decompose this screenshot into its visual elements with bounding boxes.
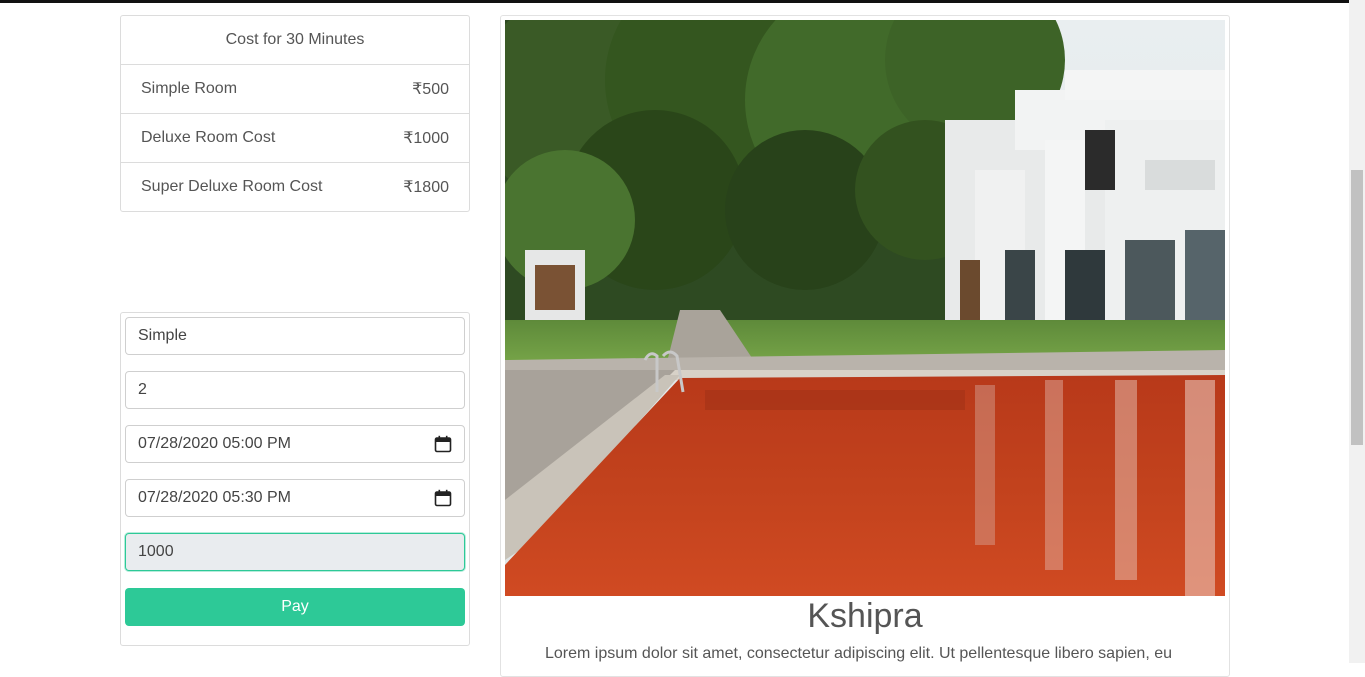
calendar-icon[interactable] [434,489,452,507]
hotel-photo [505,20,1225,596]
cost-row-label: Simple Room [141,80,238,97]
guests-field[interactable]: 2 [125,371,465,409]
amount-value: 1000 [138,543,174,560]
booking-form: Simple 2 07/28/2020 05:00 PM 07/28/2020 … [120,312,470,646]
check-out-value: 07/28/2020 05:30 PM [138,489,292,506]
room-type-field[interactable]: Simple [125,317,465,355]
cost-row-deluxe: Deluxe Room Cost ₹1000 [121,114,469,163]
top-border [0,0,1365,3]
check-in-field[interactable]: 07/28/2020 05:00 PM [125,425,465,463]
calendar-icon[interactable] [434,435,452,453]
room-type-value: Simple [138,327,187,344]
cost-table: Cost for 30 Minutes Simple Room ₹500 Del… [120,15,470,212]
hotel-card: Kshipra Lorem ipsum dolor sit amet, cons… [500,15,1230,677]
scrollbar-thumb[interactable] [1351,170,1363,445]
cost-row-price: ₹1000 [403,130,449,147]
hotel-description: Lorem ipsum dolor sit amet, consectetur … [545,645,1172,662]
cost-row-label: Super Deluxe Room Cost [141,178,323,195]
check-out-field[interactable]: 07/28/2020 05:30 PM [125,479,465,517]
cost-table-header: Cost for 30 Minutes [121,16,469,65]
cost-row-simple: Simple Room ₹500 [121,65,469,114]
cost-row-price: ₹1800 [403,179,449,196]
amount-field[interactable]: 1000 [125,533,465,571]
guests-value: 2 [138,381,147,398]
cost-row-label: Deluxe Room Cost [141,129,276,146]
cost-row-price: ₹500 [412,81,449,98]
cost-row-super-deluxe: Super Deluxe Room Cost ₹1800 [121,163,469,211]
hotel-name: Kshipra [807,597,923,635]
pay-button[interactable]: Pay [125,588,465,626]
check-in-value: 07/28/2020 05:00 PM [138,435,292,452]
